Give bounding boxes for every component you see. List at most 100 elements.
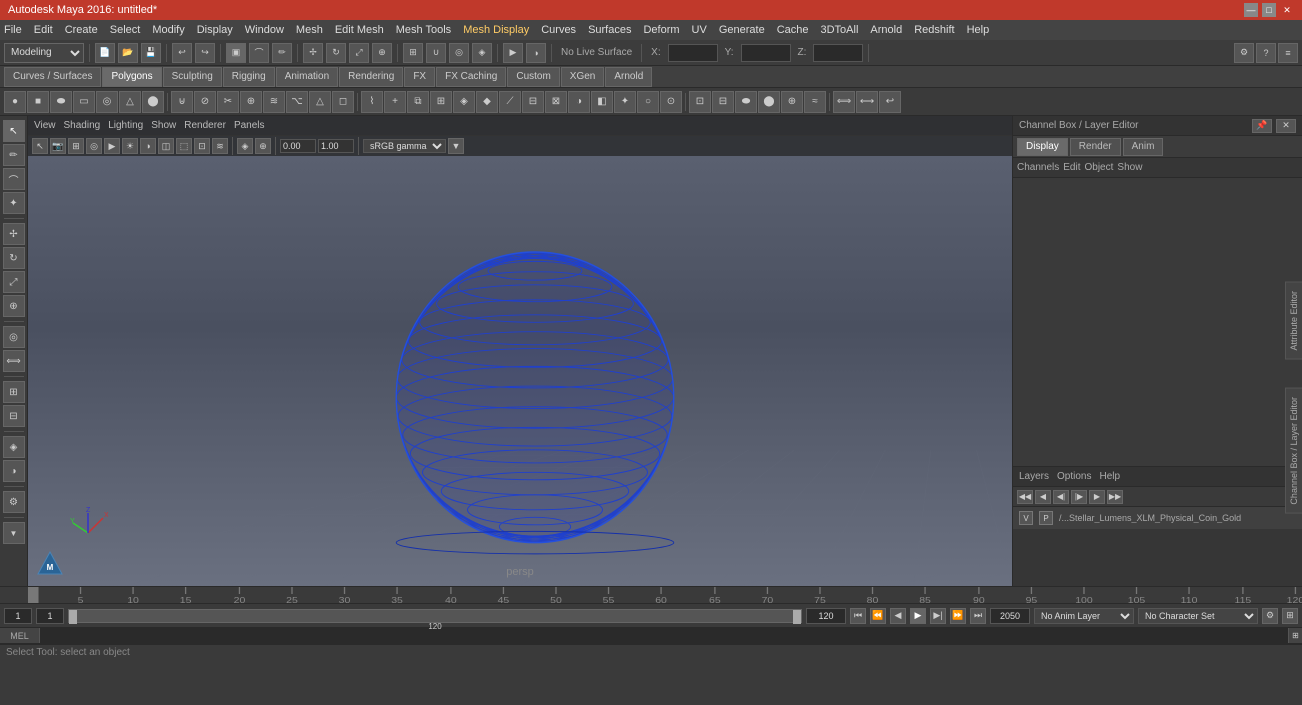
tab-sculpting[interactable]: Sculpting — [163, 67, 222, 87]
universal-manip-button[interactable]: ⊕ — [372, 43, 392, 63]
cb-menu-object[interactable]: Object — [1085, 162, 1114, 173]
save-file-button[interactable]: 💾 — [141, 43, 161, 63]
cube-button[interactable]: ■ — [27, 91, 49, 113]
layers-menu[interactable]: Layers — [1019, 471, 1049, 482]
redo-button[interactable]: ↪ — [195, 43, 215, 63]
menu-uv[interactable]: UV — [692, 24, 707, 36]
poke-button[interactable]: ✦ — [614, 91, 636, 113]
vp-wireframe-btn[interactable]: ⊡ — [194, 138, 210, 154]
wedge-button[interactable]: ◧ — [591, 91, 613, 113]
tab-animation[interactable]: Animation — [276, 67, 338, 87]
vp-pivot-btn[interactable]: ⊕ — [255, 138, 271, 154]
cb-menu-channels[interactable]: Channels — [1017, 162, 1059, 173]
rotate-tool-button[interactable]: ↻ — [326, 43, 346, 63]
vp-xray-btn[interactable]: ⬚ — [176, 138, 192, 154]
current-frame-input[interactable] — [36, 608, 64, 624]
sculpt-button[interactable]: ✦ — [3, 192, 25, 214]
cylinder-button[interactable]: ⬬ — [50, 91, 72, 113]
cone-button[interactable]: △ — [119, 91, 141, 113]
average-button[interactable]: ⌥ — [286, 91, 308, 113]
open-file-button[interactable]: 📂 — [118, 43, 138, 63]
layer-prev-frame-btn[interactable]: ◀| — [1053, 490, 1069, 504]
layer-scroll-left-btn[interactable]: ◀◀ — [1017, 490, 1033, 504]
viewport-menu-show[interactable]: Show — [151, 120, 176, 131]
move-tool-button2[interactable]: ✢ — [3, 223, 25, 245]
soft-select-button[interactable]: ◎ — [3, 326, 25, 348]
mirror-button[interactable]: ⟺ — [833, 91, 855, 113]
rp-tab-anim[interactable]: Anim — [1123, 138, 1164, 156]
menu-create[interactable]: Create — [65, 24, 98, 36]
toggle-xray-button[interactable]: ◑ — [3, 460, 25, 482]
menu-3dtoll[interactable]: 3DToAll — [821, 24, 859, 36]
new-file-button[interactable]: 📄 — [95, 43, 115, 63]
uv-unwrap-button[interactable]: ⊡ — [689, 91, 711, 113]
tab-xgen[interactable]: XGen — [561, 67, 605, 87]
vp-select-btn[interactable]: ↖ — [32, 138, 48, 154]
menu-redshift[interactable]: Redshift — [914, 24, 954, 36]
rp-tab-render[interactable]: Render — [1070, 138, 1121, 156]
make-hole-button[interactable]: ⊙ — [660, 91, 682, 113]
layer-v-box[interactable]: V — [1019, 511, 1033, 525]
layer-scroll-right-btn[interactable]: ▶▶ — [1107, 490, 1123, 504]
transform-button[interactable]: ⊕ — [3, 295, 25, 317]
rp-pin-button[interactable]: 📌 — [1252, 119, 1272, 133]
tab-custom[interactable]: Custom — [507, 67, 559, 87]
playback-extra-btn[interactable]: ⊞ — [1282, 608, 1298, 624]
scale-tool-button2[interactable]: ⤢ — [3, 271, 25, 293]
go-end-button[interactable]: ⏭ — [970, 608, 986, 624]
separate-button[interactable]: ⊘ — [194, 91, 216, 113]
range-start-handle[interactable] — [69, 610, 77, 624]
snap-curve-button[interactable]: ∪ — [426, 43, 446, 63]
viewport[interactable]: View Shading Lighting Show Renderer Pane… — [28, 116, 1012, 586]
go-start-button[interactable]: ⏮ — [850, 608, 866, 624]
layer-next-frame-btn[interactable]: |▶ — [1071, 490, 1087, 504]
channel-box-layer-editor-tab[interactable]: Channel Box / Layer Editor — [1285, 388, 1302, 514]
layer-p-box[interactable]: P — [1039, 511, 1053, 525]
snap-point-button[interactable]: ◎ — [449, 43, 469, 63]
menu-mesh[interactable]: Mesh — [296, 24, 323, 36]
menu-window[interactable]: Window — [245, 24, 284, 36]
cylindrical-proj-button[interactable]: ⬬ — [735, 91, 757, 113]
reverse-button[interactable]: ↩ — [879, 91, 901, 113]
vp-camera-btn[interactable]: 📷 — [50, 138, 66, 154]
viewport-menu-lighting[interactable]: Lighting — [108, 120, 143, 131]
duplicate-face-button[interactable]: ⧉ — [407, 91, 429, 113]
scale-tool-button[interactable]: ⤢ — [349, 43, 369, 63]
vp-render-btn[interactable]: ▶ — [104, 138, 120, 154]
rp-close-button[interactable]: ✕ — [1276, 119, 1296, 133]
tab-curves-surfaces[interactable]: Curves / Surfaces — [4, 67, 101, 87]
menu-select[interactable]: Select — [110, 24, 141, 36]
ipr-button[interactable]: ◑ — [526, 43, 546, 63]
shelf-button[interactable]: ≡ — [1278, 43, 1298, 63]
tab-rigging[interactable]: Rigging — [223, 67, 275, 87]
vp-snap-btn[interactable]: ◎ — [86, 138, 102, 154]
play-button[interactable]: ▶ — [910, 608, 926, 624]
lasso-tool-button[interactable]: ⌒ — [3, 168, 25, 190]
tab-rendering[interactable]: Rendering — [339, 67, 403, 87]
display-settings-button[interactable]: ⚙ — [3, 491, 25, 513]
extrude-button[interactable]: ⊞ — [430, 91, 452, 113]
prev-key-button[interactable]: ⏪ — [870, 608, 886, 624]
insert-loop-button[interactable]: ⊟ — [522, 91, 544, 113]
tab-fx-caching[interactable]: FX Caching — [436, 67, 506, 87]
tab-arnold[interactable]: Arnold — [605, 67, 652, 87]
auto-proj-button[interactable]: ⊕ — [781, 91, 803, 113]
maximize-button[interactable]: □ — [1262, 3, 1276, 17]
menu-surfaces[interactable]: Surfaces — [588, 24, 631, 36]
menu-deform[interactable]: Deform — [643, 24, 679, 36]
next-key-button[interactable]: ⏩ — [950, 608, 966, 624]
vp-light-btn[interactable]: ☀ — [122, 138, 138, 154]
minimize-button[interactable]: — — [1244, 3, 1258, 17]
smooth-button[interactable]: ≋ — [263, 91, 285, 113]
vp-y-input[interactable] — [318, 139, 354, 153]
triangulate-button[interactable]: △ — [309, 91, 331, 113]
paint-select-button[interactable]: ✏ — [272, 43, 292, 63]
rotate-tool-button2[interactable]: ↻ — [3, 247, 25, 269]
menu-display[interactable]: Display — [197, 24, 233, 36]
menu-mesh-tools[interactable]: Mesh Tools — [396, 24, 451, 36]
menu-modify[interactable]: Modify — [152, 24, 184, 36]
tab-polygons[interactable]: Polygons — [102, 67, 161, 87]
render-button[interactable]: ▶ — [503, 43, 523, 63]
viewport-menu-shading[interactable]: Shading — [64, 120, 101, 131]
boolean-button[interactable]: ⊕ — [240, 91, 262, 113]
